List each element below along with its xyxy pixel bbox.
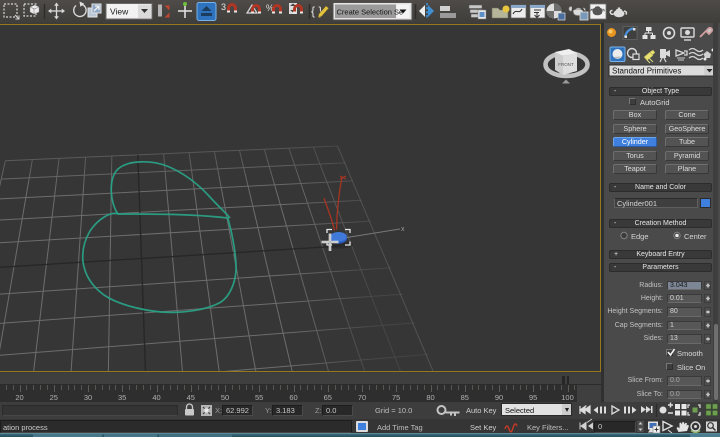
svg-text:FRONT: FRONT	[558, 62, 574, 67]
svg-text:View: View	[110, 7, 129, 17]
svg-text:3: 3	[221, 2, 226, 12]
svg-text:Create Selection Se: Create Selection Se	[337, 8, 404, 17]
svg-text:x: x	[401, 226, 405, 233]
